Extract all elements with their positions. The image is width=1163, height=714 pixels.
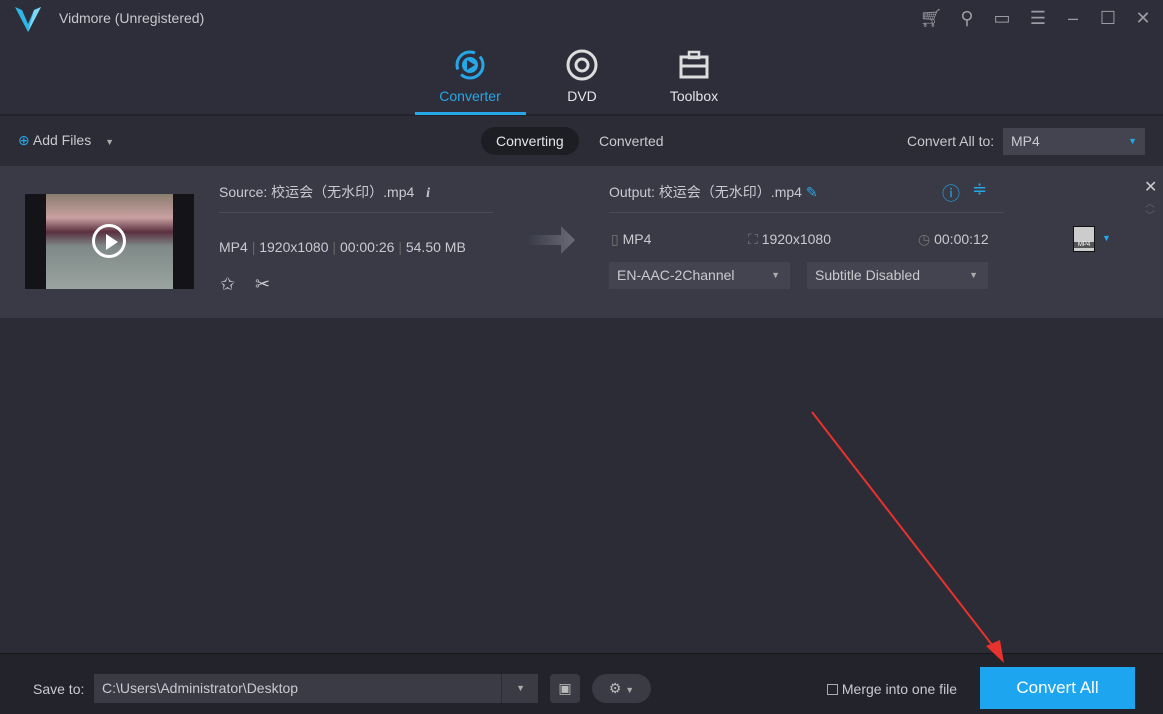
- convert-all-to-label: Convert All to:: [907, 133, 995, 149]
- save-path-value: C:\Users\Administrator\Desktop: [102, 680, 299, 696]
- output-label: Output:: [609, 184, 655, 200]
- tab-toolbox[interactable]: Toolbox: [639, 48, 749, 104]
- info-circle-icon[interactable]: ⓘ: [942, 180, 960, 206]
- merge-label: Merge into one file: [841, 681, 958, 697]
- tab-label: Toolbox: [669, 88, 719, 104]
- disc-icon: [566, 49, 598, 81]
- audio-value: EN-AAC-2Channel: [617, 267, 735, 283]
- source-duration: 00:00:26: [339, 239, 395, 255]
- output-resolution: ⛶ 1920x1080: [748, 231, 831, 248]
- format-value: MP4: [1011, 133, 1040, 149]
- arrow-right-icon: [527, 226, 575, 254]
- tab-converted[interactable]: Converted: [584, 127, 679, 155]
- format-badge-label: MP4: [1074, 242, 1094, 248]
- chevron-down-icon[interactable]: ▼: [516, 674, 525, 703]
- output-format: ▯ MP4: [611, 231, 651, 248]
- checkbox-icon[interactable]: [827, 684, 838, 695]
- output-duration: ◷ 00:00:12: [918, 231, 989, 248]
- menu-icon[interactable]: ☰: [1026, 8, 1050, 29]
- minimize-icon[interactable]: –: [1061, 8, 1085, 29]
- video-thumbnail[interactable]: [25, 194, 194, 289]
- source-name: 校运会（无水印）.mp4: [271, 184, 415, 200]
- tab-dvd[interactable]: DVD: [527, 48, 637, 104]
- key-icon[interactable]: ⚲: [955, 8, 979, 29]
- resize-icon: ⛶: [748, 231, 758, 247]
- output-filename: Output: 校运会（无水印）.mp4 ✎: [609, 182, 818, 202]
- chevron-down-icon[interactable]: ▼: [105, 137, 114, 147]
- feedback-icon[interactable]: ▭: [990, 8, 1014, 29]
- source-resolution: 1920x1080: [259, 239, 329, 255]
- source-filename: Source: 校运会（无水印）.mp4 i: [219, 182, 430, 202]
- source-label: Source:: [219, 184, 268, 200]
- convert-all-button[interactable]: Convert All: [980, 667, 1135, 709]
- chevron-down-icon: ▼: [625, 685, 635, 695]
- save-path-input[interactable]: C:\Users\Administrator\Desktop ▼: [94, 674, 538, 703]
- converter-icon: [455, 50, 485, 80]
- folder-icon: ▣: [558, 680, 572, 696]
- play-icon[interactable]: [92, 224, 126, 258]
- gear-icon: ⚙: [608, 680, 622, 696]
- chevron-down-icon: ▼: [1128, 136, 1137, 146]
- save-to-label: Save to:: [33, 681, 85, 697]
- plus-circle-icon: ⊕: [18, 132, 30, 148]
- open-folder-button[interactable]: ▣: [550, 674, 580, 703]
- output-format-value: MP4: [622, 231, 652, 247]
- output-resolution-value: 1920x1080: [761, 231, 831, 247]
- toolbox-icon: [679, 50, 709, 79]
- active-tab-underline: [415, 112, 526, 115]
- move-down-icon[interactable]: ﹀: [1145, 207, 1155, 222]
- clock-icon: ◷: [918, 231, 931, 247]
- output-format-badge[interactable]: MP4: [1073, 226, 1095, 252]
- vidmore-logo-icon: [15, 7, 41, 32]
- chevron-down-icon: ▼: [969, 270, 978, 280]
- divider: [609, 212, 1004, 213]
- info-icon[interactable]: i: [426, 186, 430, 201]
- output-name: 校运会（无水印）.mp4: [658, 184, 802, 200]
- subtitle-value: Subtitle Disabled: [815, 267, 921, 283]
- audio-track-select[interactable]: EN-AAC-2Channel ▼: [609, 262, 790, 289]
- source-meta: MP4 | 1920x1080 | 00:00:26 | 54.50 MB: [219, 239, 466, 255]
- compress-icon[interactable]: ≑: [972, 179, 987, 200]
- film-icon: ▯: [611, 231, 619, 247]
- tab-converter[interactable]: Converter: [415, 48, 525, 104]
- remove-item-icon[interactable]: ✕: [1144, 177, 1157, 197]
- app-title: Vidmore (Unregistered): [59, 10, 205, 26]
- cart-icon[interactable]: 🛒︎: [919, 8, 943, 29]
- source-size: 54.50 MB: [405, 239, 466, 255]
- cut-icon[interactable]: ✂: [255, 274, 270, 295]
- divider: [219, 212, 493, 213]
- tab-label: Converter: [439, 88, 501, 104]
- add-files-label: Add Files: [32, 132, 92, 148]
- convert-all-format-select[interactable]: MP4 ▼: [1003, 128, 1145, 155]
- merge-checkbox[interactable]: Merge into one file: [827, 681, 957, 697]
- tab-label: DVD: [567, 88, 597, 104]
- edit-icon[interactable]: ✎: [806, 184, 818, 200]
- format-dropdown-icon[interactable]: ▼: [1102, 233, 1111, 243]
- add-files-button[interactable]: ⊕ Add Files ▼: [18, 132, 114, 149]
- source-format: MP4: [219, 239, 248, 255]
- enhance-icon[interactable]: ✩: [220, 274, 235, 295]
- chevron-down-icon: ▼: [771, 270, 780, 280]
- output-duration-value: 00:00:12: [934, 231, 989, 247]
- close-icon[interactable]: ✕: [1131, 8, 1155, 29]
- subtitle-select[interactable]: Subtitle Disabled ▼: [807, 262, 988, 289]
- settings-button[interactable]: ⚙ ▼: [592, 674, 651, 703]
- maximize-icon[interactable]: ☐: [1096, 8, 1120, 29]
- tab-converting[interactable]: Converting: [481, 127, 579, 155]
